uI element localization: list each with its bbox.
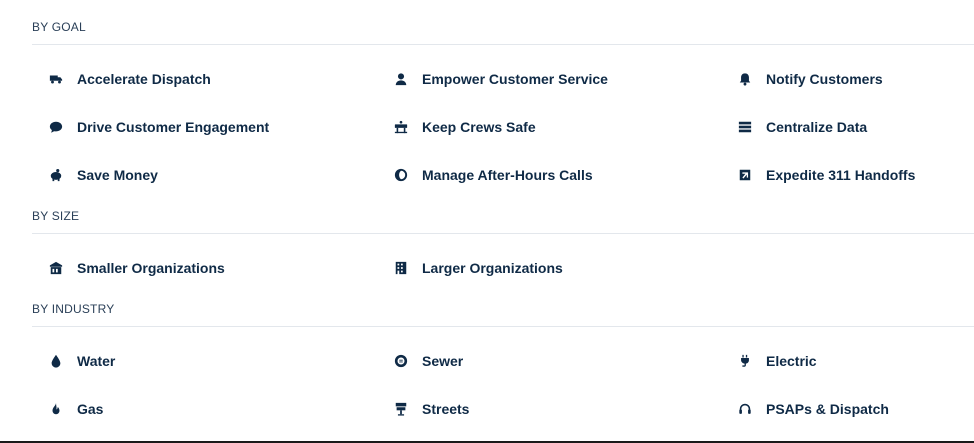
menu-item-larger-organizations[interactable]: Larger Organizations — [377, 257, 563, 279]
menu-item-label: Save Money — [77, 167, 158, 183]
menu-item-label: Gas — [77, 401, 104, 417]
menu-item-streets[interactable]: Streets — [377, 398, 469, 420]
section-heading-size: BY SIZE — [32, 209, 80, 223]
water-drop-icon — [48, 353, 64, 369]
menu-item-label: Accelerate Dispatch — [77, 71, 211, 87]
menu-item-label: Streets — [422, 401, 470, 417]
menu-item-label: Notify Customers — [766, 71, 883, 87]
menu-item-label: Larger Organizations — [422, 260, 563, 276]
electric-plug-icon — [737, 353, 753, 369]
list-bars-icon — [737, 119, 753, 135]
menu-item-label: Electric — [766, 353, 817, 369]
menu-item-label: Keep Crews Safe — [422, 119, 536, 135]
menu-item-label: PSAPs & Dispatch — [766, 401, 889, 417]
menu-item-smaller-organizations[interactable]: Smaller Organizations — [32, 257, 225, 279]
menu-item-empower-customer-service[interactable]: Empower Customer Service — [377, 68, 608, 90]
menu-item-drive-customer-engagement[interactable]: Drive Customer Engagement — [32, 116, 269, 138]
menu-item-accelerate-dispatch[interactable]: Accelerate Dispatch — [32, 68, 211, 90]
solutions-menu: BY GOAL Accelerate Dispatch Empower Cust… — [32, 0, 974, 442]
menu-item-label: Smaller Organizations — [77, 260, 225, 276]
menu-item-label: Drive Customer Engagement — [77, 119, 270, 135]
chat-bubble-icon — [48, 119, 64, 135]
bell-icon — [737, 71, 753, 87]
menu-item-label: Manage After-Hours Calls — [422, 167, 593, 183]
section-heading-goal: BY GOAL — [32, 20, 86, 34]
menu-item-expedite-311-handoffs[interactable]: Expedite 311 Handoffs — [721, 164, 915, 186]
menu-item-label: Water — [77, 353, 116, 369]
sewer-icon — [393, 353, 409, 369]
flame-icon — [48, 401, 64, 417]
menu-item-psaps-dispatch[interactable]: PSAPs & Dispatch — [721, 398, 889, 420]
menu-item-keep-crews-safe[interactable]: Keep Crews Safe — [377, 116, 536, 138]
headset-icon — [737, 401, 753, 417]
menu-item-gas[interactable]: Gas — [32, 398, 103, 420]
menu-item-label: Centralize Data — [766, 119, 868, 135]
small-building-icon — [48, 260, 64, 276]
piggy-bank-icon — [48, 167, 64, 183]
menu-item-water[interactable]: Water — [32, 350, 115, 372]
menu-item-label: Empower Customer Service — [422, 71, 608, 87]
menu-item-save-money[interactable]: Save Money — [32, 164, 158, 186]
street-sign-icon — [393, 401, 409, 417]
section-heading-industry: BY INDUSTRY — [32, 302, 115, 316]
menu-item-label: Sewer — [422, 353, 464, 369]
clipboard-icon — [737, 167, 753, 183]
menu-item-centralize-data[interactable]: Centralize Data — [721, 116, 867, 138]
menu-item-sewer[interactable]: Sewer — [377, 350, 463, 372]
section-divider — [32, 44, 974, 45]
truck-icon — [48, 71, 64, 87]
section-divider — [32, 326, 974, 327]
barrier-icon — [393, 119, 409, 135]
menu-item-notify-customers[interactable]: Notify Customers — [721, 68, 883, 90]
menu-item-electric[interactable]: Electric — [721, 350, 817, 372]
menu-item-manage-after-hours-calls[interactable]: Manage After-Hours Calls — [377, 164, 593, 186]
agent-icon — [393, 71, 409, 87]
face-icon — [393, 167, 409, 183]
section-divider — [32, 233, 974, 234]
menu-item-label: Expedite 311 Handoffs — [766, 167, 916, 183]
large-building-icon — [393, 260, 409, 276]
